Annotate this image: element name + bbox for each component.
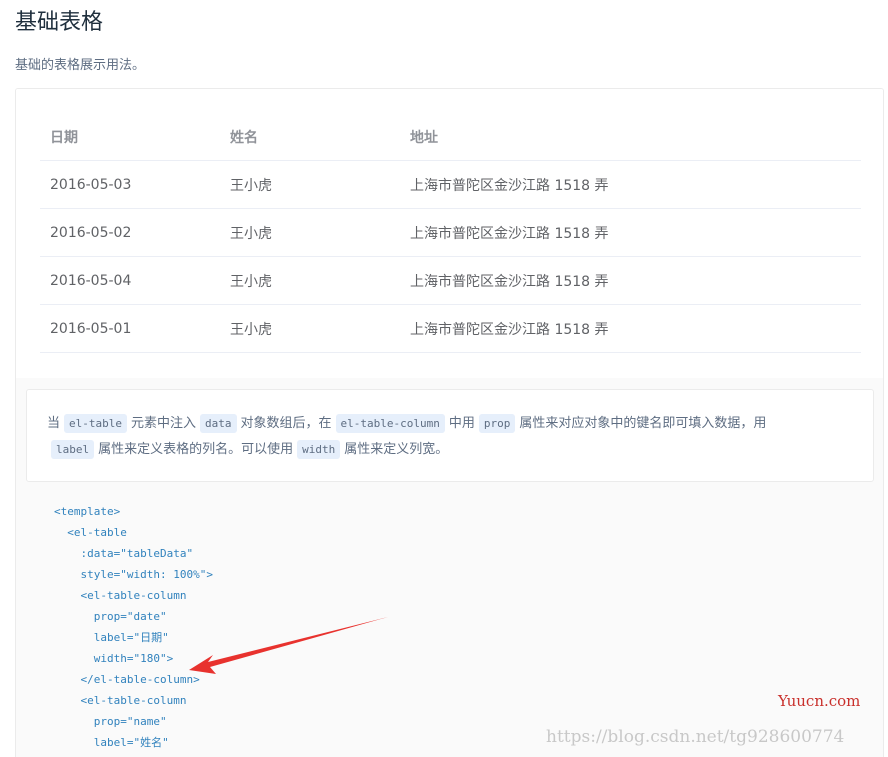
inline-code: label xyxy=(51,440,95,459)
watermark-url: https://blog.csdn.net/tg928600774 xyxy=(546,727,845,747)
demo-meta: 当 el-table 元素中注入 data 对象数组后，在 el-table-column… xyxy=(16,378,883,757)
basic-table: 日期 姓名 地址 2016-05-03 王小虎 上海市普陀区金沙江路 1518 … xyxy=(40,113,861,353)
inline-code: el-table xyxy=(64,414,127,433)
inline-code: data xyxy=(200,414,237,433)
code-line: <el-table-column xyxy=(54,589,187,602)
desc-text: 元素中注入 xyxy=(131,416,197,431)
inline-code: prop xyxy=(478,414,516,433)
column-header-date[interactable]: 日期 xyxy=(40,113,220,161)
table-row[interactable]: 2016-05-01 王小虎 上海市普陀区金沙江路 1518 弄 xyxy=(40,304,861,353)
desc-text: 属性来定义列宽。 xyxy=(344,442,449,457)
desc-text: 对象数组后，在 xyxy=(240,416,332,431)
desc-text: 属性来对应对象中的键名即可填入数据，用 xyxy=(519,416,767,431)
cell-name: 王小虎 xyxy=(220,256,400,305)
code-line: label="日期" xyxy=(54,631,169,644)
demo-source: 日期 姓名 地址 2016-05-03 王小虎 上海市普陀区金沙江路 1518 … xyxy=(16,89,883,379)
desc-text: 属性来定义表格的列名。可以使用 xyxy=(98,442,294,457)
table-row[interactable]: 2016-05-03 王小虎 上海市普陀区金沙江路 1518 弄 xyxy=(40,160,861,209)
cell-address: 上海市普陀区金沙江路 1518 弄 xyxy=(400,256,861,305)
table-header-row: 日期 姓名 地址 xyxy=(40,113,861,161)
inline-code: width xyxy=(297,440,341,459)
column-header-name[interactable]: 姓名 xyxy=(220,113,400,161)
code-line: :data="tableData" xyxy=(54,547,194,560)
code-line: width="180"> xyxy=(54,652,174,665)
code-line: <template> xyxy=(54,505,121,518)
code-line: <el-table xyxy=(54,526,127,539)
cell-name: 王小虎 xyxy=(220,304,400,353)
code-line: </el-table-column> xyxy=(54,673,200,686)
cell-address: 上海市普陀区金沙江路 1518 弄 xyxy=(400,304,861,353)
code-line: <el-table-column xyxy=(54,694,187,707)
cell-date: 2016-05-01 xyxy=(40,304,220,353)
page-description: 基础的表格展示用法。 xyxy=(15,58,146,73)
column-header-address[interactable]: 地址 xyxy=(400,113,861,161)
cell-name: 王小虎 xyxy=(220,160,400,209)
code-line: prop="date" xyxy=(54,610,167,623)
demo-block: 日期 姓名 地址 2016-05-03 王小虎 上海市普陀区金沙江路 1518 … xyxy=(15,88,884,757)
cell-name: 王小虎 xyxy=(220,208,400,257)
code-sample[interactable]: <template> <el-table :data="tableData" s… xyxy=(16,501,883,753)
usage-description: 当 el-table 元素中注入 data 对象数组后，在 el-table-column… xyxy=(26,389,874,482)
watermark-brand: Yuucn.com xyxy=(778,692,861,710)
inline-code: el-table-column xyxy=(335,414,445,433)
table-row[interactable]: 2016-05-02 王小虎 上海市普陀区金沙江路 1518 弄 xyxy=(40,208,861,257)
cell-address: 上海市普陀区金沙江路 1518 弄 xyxy=(400,160,861,209)
table-row[interactable]: 2016-05-04 王小虎 上海市普陀区金沙江路 1518 弄 xyxy=(40,256,861,305)
cell-date: 2016-05-03 xyxy=(40,160,220,209)
code-line: style="width: 100%"> xyxy=(54,568,213,581)
cell-address: 上海市普陀区金沙江路 1518 弄 xyxy=(400,208,861,257)
page-title: 基础表格 xyxy=(15,10,104,35)
cell-date: 2016-05-04 xyxy=(40,256,220,305)
cell-date: 2016-05-02 xyxy=(40,208,220,257)
desc-text: 中用 xyxy=(448,416,475,431)
desc-text: 当 xyxy=(47,416,61,431)
